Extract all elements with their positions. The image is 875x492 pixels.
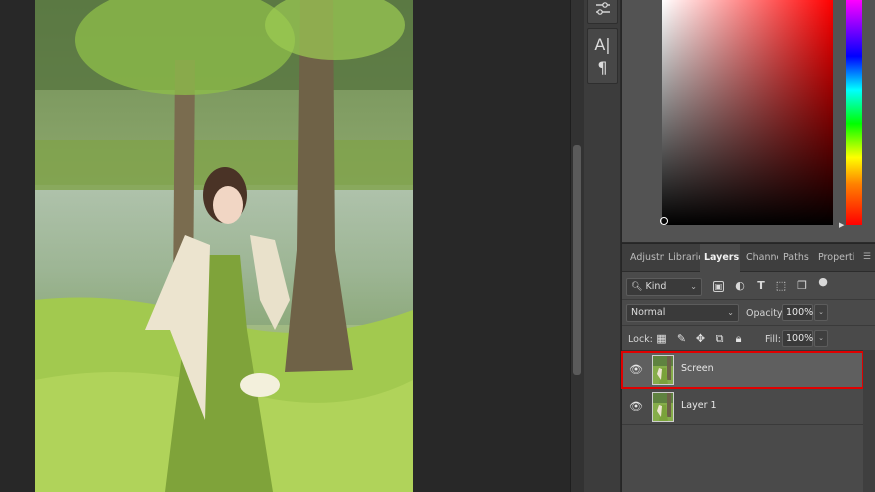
eye-icon[interactable]: 👁︎	[629, 363, 643, 377]
paragraph-icon[interactable]: ¶	[597, 58, 607, 77]
sliders-icon-graphic	[595, 2, 610, 15]
layer-row-screen[interactable]: 👁︎ Screen	[621, 351, 864, 389]
type-filter-icon[interactable]: T	[753, 278, 769, 294]
layer-row-layer-1[interactable]: 👁︎ Layer 1	[622, 389, 863, 425]
opacity-input[interactable]: 100%	[782, 304, 813, 321]
tab-paths[interactable]: Paths	[779, 244, 814, 272]
filter-kind-label: Kind	[645, 281, 667, 292]
blend-mode-value: Normal	[631, 307, 666, 318]
thumbnail-image	[653, 356, 673, 384]
fill-input[interactable]: 100%	[782, 330, 813, 347]
tab-libraries[interactable]: Libraries	[664, 244, 700, 272]
opacity-dropdown-chevron[interactable]: ⌄	[814, 304, 828, 321]
layer-name[interactable]: Layer 1	[681, 400, 717, 411]
smart-object-filter-icon[interactable]: ❐	[794, 278, 810, 294]
thumbnail-image	[653, 393, 673, 421]
layers-scrollbar[interactable]	[863, 350, 875, 492]
character-icon[interactable]: A|	[594, 35, 610, 54]
chevron-down-icon: ⌄	[690, 282, 697, 291]
layer-thumbnail	[652, 392, 674, 422]
lock-transparent-icon[interactable]: ▦	[655, 332, 668, 345]
lock-all-icon[interactable]: 🔒︎	[732, 332, 745, 345]
layers-panel: Adjustments Libraries Layers Channels Pa…	[621, 244, 875, 492]
tab-layers[interactable]: Layers	[700, 244, 740, 272]
pixel-filter-icon[interactable]: ▣	[713, 281, 724, 292]
layer-filter-row: 🔍︎ Kind ⌄ ▣ ◐ T ⬚ ❐ ●	[622, 274, 875, 300]
hue-slider-arrow-icon[interactable]: ▶	[839, 221, 844, 229]
canvas-scrollbar-thumb[interactable]	[573, 145, 581, 375]
filter-kind-dropdown[interactable]: 🔍︎ Kind ⌄	[626, 278, 702, 296]
tab-properties[interactable]: Properties	[814, 244, 854, 272]
canvas-photo[interactable]	[35, 0, 413, 492]
opacity-label: Opacity:	[746, 308, 786, 319]
lock-position-icon[interactable]: ✥	[694, 332, 707, 345]
eye-icon[interactable]: 👁︎	[629, 400, 643, 414]
chevron-down-icon: ⌄	[727, 308, 734, 317]
document-canvas[interactable]	[0, 0, 570, 492]
blend-mode-dropdown[interactable]: Normal ⌄	[626, 304, 739, 322]
fill-dropdown-chevron[interactable]: ⌄	[814, 330, 828, 347]
blend-mode-row: Normal ⌄ Opacity: 100% ⌄	[622, 300, 875, 326]
filter-toggle-icon[interactable]: ●	[815, 274, 831, 290]
sliders-icon[interactable]	[587, 0, 618, 24]
character-paragraph-tools: A| ¶	[587, 28, 618, 84]
layer-name[interactable]: Screen	[681, 363, 714, 374]
lock-artboard-icon[interactable]: ⧉	[713, 332, 726, 345]
search-icon: 🔍︎	[631, 282, 643, 292]
hue-slider[interactable]	[846, 0, 862, 225]
tab-adjustments[interactable]: Adjustments	[626, 244, 664, 272]
adjustment-filter-icon[interactable]: ◐	[732, 278, 748, 294]
color-picker-marker[interactable]	[660, 217, 668, 225]
panel-menu-icon[interactable]: ☰	[863, 252, 871, 262]
panel-tools-column: A| ¶	[584, 0, 621, 492]
lock-label: Lock:	[628, 334, 653, 345]
lock-row: Lock: ▦ ✎ ✥ ⧉ 🔒︎ Fill: 100% ⌄	[622, 326, 875, 352]
color-picker-panel: ▶	[622, 0, 875, 243]
photo-illustration	[35, 0, 413, 492]
lock-brush-icon[interactable]: ✎	[675, 332, 688, 345]
tab-channels[interactable]: Channels	[742, 244, 778, 272]
panel-tab-bar: Adjustments Libraries Layers Channels Pa…	[622, 244, 875, 272]
saturation-brightness-field[interactable]	[662, 0, 833, 225]
layer-thumbnail	[652, 355, 674, 385]
shape-filter-icon[interactable]: ⬚	[773, 278, 789, 294]
fill-label: Fill:	[765, 334, 781, 345]
